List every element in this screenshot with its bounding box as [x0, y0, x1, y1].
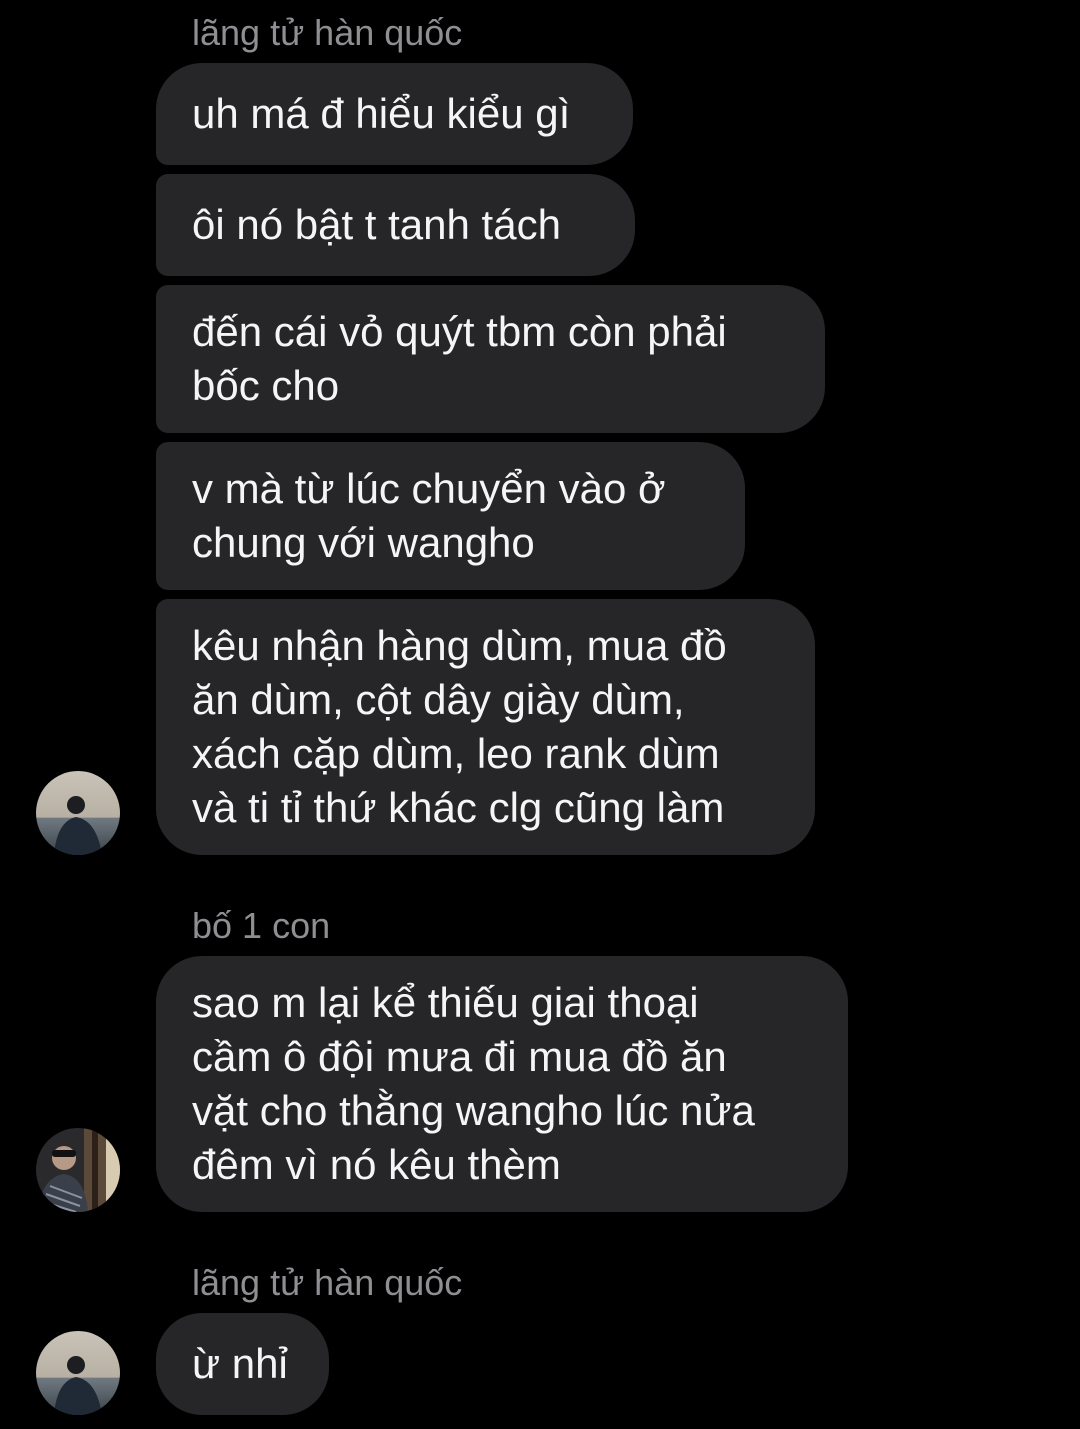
sender-name-lang-tu-han-quoc: lãng tử hàn quốc: [192, 1262, 463, 1303]
message-text: ừ nhỉ: [192, 1340, 288, 1387]
profile-photo-icon: [36, 1128, 120, 1212]
message-text: kêu nhận hàng dùm, mua đồ ăn dùm, cột dâ…: [192, 622, 727, 831]
message-text: đến cái vỏ quýt tbm còn phải bốc cho: [192, 308, 727, 409]
message-bubble[interactable]: ừ nhỉ: [156, 1313, 329, 1415]
message-text: ôi nó bật t tanh tách: [192, 201, 561, 248]
message-bubble[interactable]: uh má đ hiểu kiểu gì: [156, 63, 633, 165]
sender-name-bo-1-con: bố 1 con: [192, 905, 331, 946]
message-bubble[interactable]: ôi nó bật t tanh tách: [156, 174, 635, 276]
avatar-bo-1-con[interactable]: [36, 1128, 120, 1212]
profile-photo-icon: [36, 1331, 120, 1415]
message-text: uh má đ hiểu kiểu gì: [192, 90, 571, 137]
avatar-lang-tu-han-quoc[interactable]: [36, 1331, 120, 1415]
message-text: v mà từ lúc chuyển vào ở chung với wangh…: [192, 465, 666, 566]
sender-name-lang-tu-han-quoc: lãng tử hàn quốc: [192, 12, 463, 53]
message-bubble[interactable]: sao m lại kể thiếu giai thoại cầm ô đội …: [156, 956, 848, 1212]
message-bubble[interactable]: đến cái vỏ quýt tbm còn phải bốc cho: [156, 285, 825, 433]
message-bubble[interactable]: kêu nhận hàng dùm, mua đồ ăn dùm, cột dâ…: [156, 599, 815, 855]
avatar-lang-tu-han-quoc[interactable]: [36, 771, 120, 855]
profile-photo-icon: [36, 771, 120, 855]
message-text: sao m lại kể thiếu giai thoại cầm ô đội …: [192, 979, 755, 1188]
message-bubble[interactable]: v mà từ lúc chuyển vào ở chung với wangh…: [156, 442, 745, 590]
